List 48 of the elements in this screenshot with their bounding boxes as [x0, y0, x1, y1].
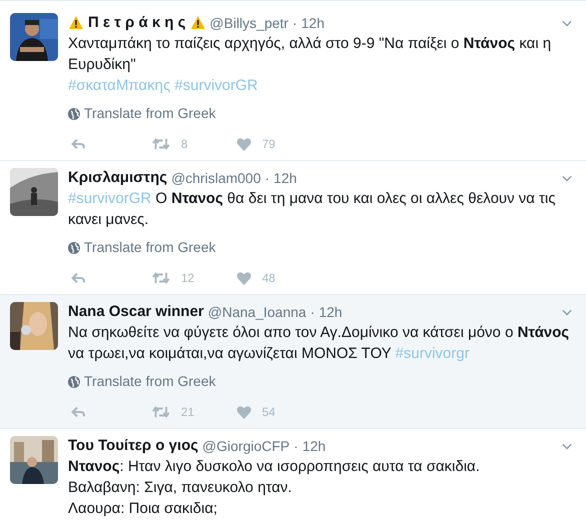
like-count: 54	[262, 404, 276, 421]
chevron-down-icon[interactable]	[560, 173, 574, 183]
tweet-text: Βαλαβανη: Σιγα, πανευκολο ηταν.	[68, 478, 293, 498]
author-name[interactable]: Π ε τ ρ ά κ η ς	[88, 12, 186, 34]
author-handle[interactable]: @Billys_petr	[210, 12, 288, 34]
tweet-text: Να σηκωθείτε να φύγετε όλοι απο τον Αγ.Δομίνικο να κάτσει μόνο ο Ντάνος να τρωει,να κοιμάται,να αγωνίζεται ΜΟΝΟΣ ΤΟΥ #survivorgr	[68, 323, 570, 364]
reply-icon[interactable]	[70, 405, 86, 419]
heart-icon[interactable]	[236, 136, 252, 152]
author-handle[interactable]: @chrislam000	[171, 168, 261, 188]
tweet-text: #survivorGR Ο Ντανος θα δει τη μανα του και ολες οι αλλες θελουν να τις κανει μανες.	[68, 189, 556, 230]
tweet-text: Χανταμπάκη το παίζεις αρχηγός, αλλά στο 9-9 "Να παίξει ο Ντάνος και η Ευρυδίκη"	[68, 34, 552, 75]
tweet-time[interactable]: 12h	[318, 302, 342, 322]
tweet-time[interactable]: 12h	[274, 168, 297, 188]
retweet-count: 8	[181, 136, 188, 153]
reply-icon[interactable]	[70, 137, 86, 151]
translate-link[interactable]: Translate from Greek	[84, 103, 216, 124]
chevron-down-icon[interactable]	[560, 441, 574, 451]
author-name[interactable]: Του Τουίτερ ο γιος	[68, 434, 198, 458]
heart-icon[interactable]	[236, 404, 252, 420]
reply-icon[interactable]	[70, 271, 86, 285]
chevron-down-icon[interactable]	[560, 307, 574, 317]
author-handle[interactable]: @Nana_Ioanna	[208, 302, 306, 322]
heart-icon[interactable]	[236, 270, 252, 286]
retweet-icon[interactable]	[151, 405, 171, 419]
tweet-text: Ντανος: Ηταν λιγο δυσκολο να ισορροπησεις αυτα τα σακιδια.	[68, 457, 481, 477]
tweet-card[interactable]: Nana Oscar winner @Nana_Ioanna · 12h Να σηκωθείτε να φύγετε όλοι απο τον Αγ.Δομίνικο να κάτσει μόνο ο Ντάνος να τρωει,να κοιμάται,να αγωνίζεται ΜΟΝΟΣ ΤΟΥ #survivorgr Translate from Greek 21 54	[0, 295, 586, 429]
retweet-count: 12	[181, 270, 194, 287]
separator-dot: ·	[294, 436, 298, 456]
globe-icon	[68, 242, 80, 254]
separator-dot: ·	[292, 14, 298, 32]
retweet-icon[interactable]	[151, 271, 171, 285]
like-count: 48	[262, 270, 276, 287]
tweet-text: Λαουρα: Ποια σακιδια;	[68, 499, 218, 519]
retweet-icon[interactable]	[151, 137, 171, 151]
author-name[interactable]: Κρισλαμιστης	[68, 166, 168, 190]
like-count: 79	[262, 136, 276, 153]
separator-dot: ·	[264, 168, 270, 188]
retweet-count: 21	[181, 404, 194, 421]
translate-link[interactable]: Translate from Greek	[84, 371, 216, 392]
tweet-time[interactable]: 12h	[302, 436, 326, 456]
separator-dot: ·	[310, 302, 315, 322]
author-name[interactable]: Nana Oscar winner	[68, 300, 204, 324]
tweet-time[interactable]: 12h	[301, 12, 324, 34]
globe-icon	[68, 376, 80, 388]
chevron-down-icon[interactable]	[560, 18, 574, 28]
translate-link[interactable]: Translate from Greek	[84, 237, 216, 258]
author-handle[interactable]: @GiorgioCFP	[202, 436, 290, 456]
globe-icon	[68, 108, 80, 120]
